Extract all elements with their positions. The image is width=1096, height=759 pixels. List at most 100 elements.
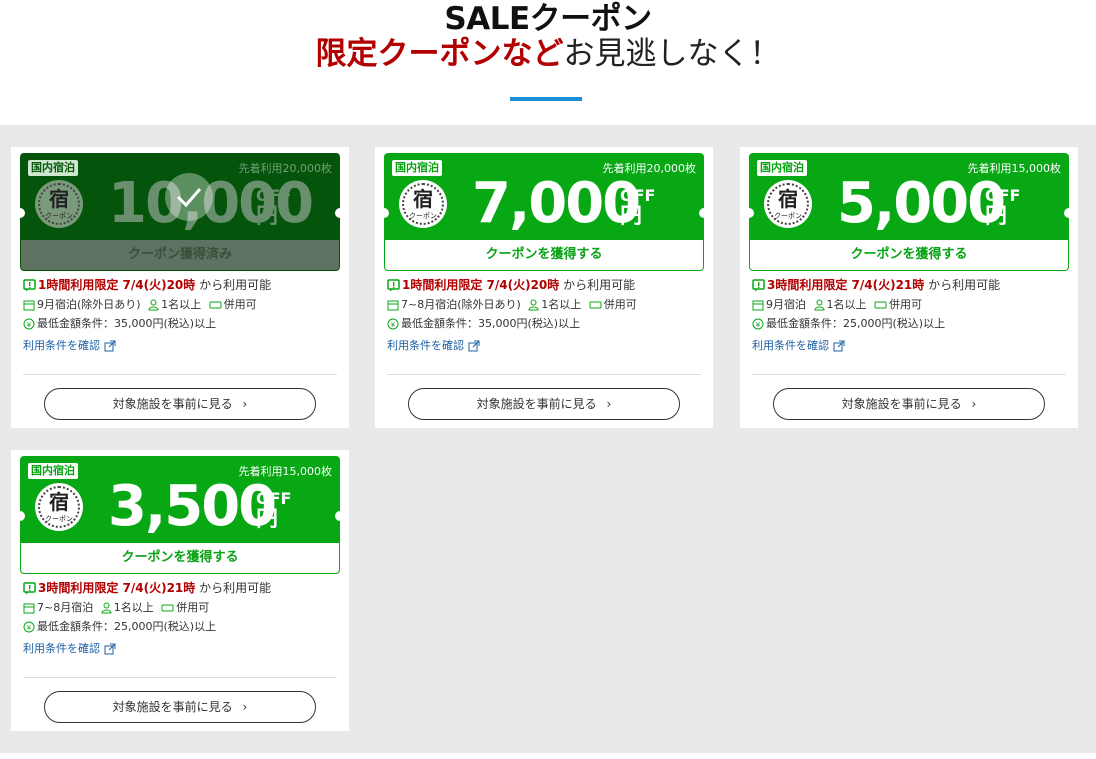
persons: 1名以上 bbox=[541, 298, 582, 311]
coupon-details: 3時間利用限定 7/4(火)21時 から利用可能 7~8月宿泊 1名以上 併用可… bbox=[23, 578, 339, 659]
external-link-icon[interactable] bbox=[468, 340, 480, 352]
time-limit-rest: から利用可能 bbox=[199, 278, 272, 292]
coupon-details: 1時間利用限定 7/4(火)20時 から利用可能 7~8月宿泊(除外日あり) 1… bbox=[387, 275, 703, 356]
min-amount-row: ¥ 最低金額条件：35,000円(税込)以上 bbox=[387, 315, 703, 333]
external-link-icon[interactable] bbox=[104, 643, 116, 655]
ticket-notch bbox=[749, 208, 754, 218]
yen-label: 円 bbox=[256, 204, 279, 229]
min-amount-row: ¥ 最低金額条件：25,000円(税込)以上 bbox=[752, 315, 1068, 333]
svg-text:¥: ¥ bbox=[27, 624, 32, 632]
stay-period: 9月宿泊 bbox=[766, 298, 806, 311]
divider bbox=[752, 374, 1066, 375]
svg-text:¥: ¥ bbox=[391, 321, 396, 329]
terms-link[interactable]: 利用条件を確認 bbox=[752, 339, 829, 352]
conditions-row: 7~8月宿泊 1名以上 併用可 bbox=[23, 598, 339, 618]
time-limit-row: 3時間利用限定 7/4(火)21時 から利用可能 bbox=[23, 578, 339, 598]
terms-link[interactable]: 利用条件を確認 bbox=[23, 339, 100, 352]
time-limit: 1時間利用限定 7/4(火)20時 bbox=[402, 278, 560, 292]
view-facilities-button[interactable]: 対象施設を事前に見る › bbox=[773, 388, 1045, 420]
view-facilities-label: 対象施設を事前に見る bbox=[841, 397, 962, 411]
ticket-notch bbox=[384, 208, 389, 218]
yen-label: 円 bbox=[620, 204, 643, 229]
min-amount: 最低金額条件：35,000円(税込)以上 bbox=[37, 317, 217, 330]
page-header: SALEクーポン 限定クーポンなどお見逃しなく！ bbox=[0, 0, 1096, 125]
subtitle-highlight: 限定クーポンなど bbox=[315, 36, 564, 72]
coupon-card: 国内宿泊 先着利用20,000枚 宿 クーポン 7,000 OFF 円 クーポン… bbox=[375, 147, 713, 428]
stay-coupon-stamp-icon: 宿 クーポン bbox=[35, 180, 83, 228]
get-coupon-button[interactable]: クーポンを獲得する bbox=[750, 240, 1068, 270]
calendar-icon bbox=[752, 300, 764, 311]
ticket-icon bbox=[209, 301, 222, 309]
external-link-icon[interactable] bbox=[833, 340, 845, 352]
coupon-ticket: 国内宿泊 先着利用20,000枚 宿 クーポン 7,000 OFF 円 クーポン… bbox=[384, 153, 704, 271]
discount-amount: 7,000 bbox=[472, 171, 641, 236]
person-icon bbox=[148, 299, 159, 311]
view-facilities-button[interactable]: 対象施設を事前に見る › bbox=[44, 691, 316, 723]
time-limit-rest: から利用可能 bbox=[199, 581, 272, 595]
svg-text:¥: ¥ bbox=[27, 321, 32, 329]
ticket-notch bbox=[20, 511, 25, 521]
person-icon bbox=[813, 299, 825, 311]
terms-row: 利用条件を確認 bbox=[752, 336, 1068, 356]
external-link-icon[interactable] bbox=[104, 340, 116, 352]
time-limit-rest: から利用可能 bbox=[928, 278, 1001, 292]
stamp-sub: クーポン bbox=[774, 212, 802, 220]
divider bbox=[23, 677, 337, 678]
stamp-sub: クーポン bbox=[45, 515, 73, 523]
yen-icon: ¥ bbox=[752, 318, 764, 330]
calendar-icon bbox=[387, 300, 399, 311]
divider bbox=[23, 374, 337, 375]
view-facilities-button[interactable]: 対象施設を事前に見る › bbox=[408, 388, 680, 420]
ticket-notch bbox=[699, 208, 704, 218]
stamp-sub: クーポン bbox=[45, 212, 73, 220]
ticket-icon bbox=[161, 604, 174, 612]
terms-link[interactable]: 利用条件を確認 bbox=[23, 642, 100, 655]
stay-period: 7~8月宿泊(除外日あり) bbox=[401, 298, 521, 311]
persons: 1名以上 bbox=[161, 298, 202, 311]
terms-link[interactable]: 利用条件を確認 bbox=[387, 339, 464, 352]
chevron-right-icon: › bbox=[242, 700, 248, 714]
stay-coupon-stamp-icon: 宿 クーポン bbox=[764, 180, 812, 228]
coupon-card: 国内宿泊 先着利用15,000枚 宿 クーポン 5,000 OFF 円 クーポン… bbox=[740, 147, 1078, 428]
conditions-row: 9月宿泊 1名以上 併用可 bbox=[752, 295, 1068, 315]
ticket-notch bbox=[20, 208, 25, 218]
time-limit-row: 1時間利用限定 7/4(火)20時 から利用可能 bbox=[387, 275, 703, 295]
min-amount-row: ¥ 最低金額条件：35,000円(税込)以上 bbox=[23, 315, 339, 333]
category-tag: 国内宿泊 bbox=[392, 160, 442, 176]
yen-icon: ¥ bbox=[23, 318, 35, 330]
stay-coupon-stamp-icon: 宿 クーポン bbox=[35, 483, 83, 531]
view-facilities-button[interactable]: 対象施設を事前に見る › bbox=[44, 388, 316, 420]
coupon-card: 国内宿泊 先着利用20,000枚 宿 クーポン 10,000 OFF 円 クーポ… bbox=[11, 147, 349, 428]
get-coupon-button[interactable]: クーポンを獲得する bbox=[385, 240, 703, 270]
combine: 併用可 bbox=[889, 298, 922, 311]
calendar-icon bbox=[23, 300, 35, 311]
persons: 1名以上 bbox=[826, 298, 867, 311]
alert-icon bbox=[23, 582, 36, 595]
terms-row: 利用条件を確認 bbox=[387, 336, 703, 356]
chevron-right-icon: › bbox=[606, 397, 612, 411]
divider bbox=[387, 374, 701, 375]
page-title: SALEクーポン bbox=[444, 1, 652, 37]
coupon-ticket: 国内宿泊 先着利用15,000枚 宿 クーポン 5,000 OFF 円 クーポン… bbox=[749, 153, 1069, 271]
min-amount: 最低金額条件：25,000円(税込)以上 bbox=[766, 317, 946, 330]
stamp-char: 宿 bbox=[49, 490, 69, 514]
time-limit-row: 1時間利用限定 7/4(火)20時 から利用可能 bbox=[23, 275, 339, 295]
ticket-icon bbox=[874, 301, 887, 309]
svg-text:¥: ¥ bbox=[756, 321, 761, 329]
terms-row: 利用条件を確認 bbox=[23, 639, 339, 659]
yen-label: 円 bbox=[985, 204, 1008, 229]
page-subtitle: 限定クーポンなどお見逃しなく！ bbox=[0, 36, 1096, 72]
conditions-row: 9月宿泊(除外日あり) 1名以上 併用可 bbox=[23, 295, 339, 315]
view-facilities-label: 対象施設を事前に見る bbox=[476, 397, 597, 411]
combine: 併用可 bbox=[176, 601, 210, 614]
off-label: OFF bbox=[256, 186, 292, 205]
off-label: OFF bbox=[256, 489, 292, 508]
stamp-char: 宿 bbox=[778, 187, 798, 211]
chevron-right-icon: › bbox=[242, 397, 248, 411]
time-limit: 1時間利用限定 7/4(火)20時 bbox=[38, 278, 196, 292]
time-limit: 3時間利用限定 7/4(火)21時 bbox=[38, 581, 196, 595]
combine: 併用可 bbox=[603, 298, 637, 311]
get-coupon-button[interactable]: クーポンを獲得する bbox=[21, 543, 339, 573]
coupon-ticket: 国内宿泊 先着利用15,000枚 宿 クーポン 3,500 OFF 円 クーポン… bbox=[20, 456, 340, 574]
checkmark-icon bbox=[165, 173, 213, 221]
